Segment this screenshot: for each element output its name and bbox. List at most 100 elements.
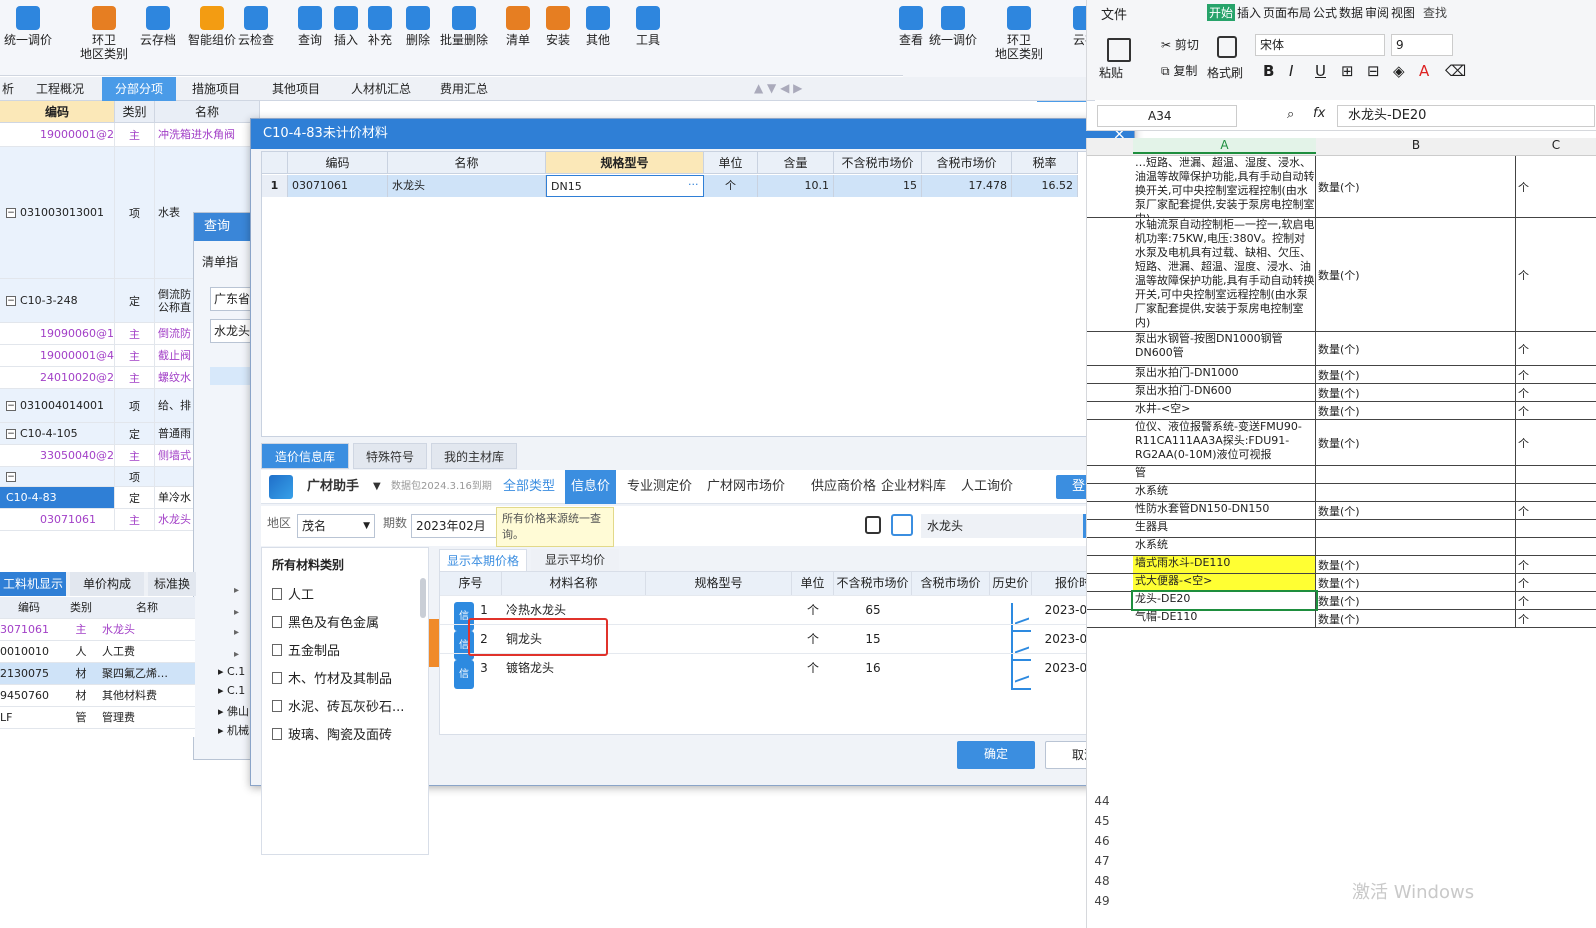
result-tab-1[interactable]: 显示平均价 [531,549,619,571]
format-button-5[interactable]: ◈ [1393,62,1405,80]
cell-a[interactable]: 水轴流泵自动控制柜—一控一,软启电机功率:75KW,电压:380V。控制对水泵及… [1133,218,1316,331]
toolbar-button-4[interactable]: 云检查 [238,6,274,68]
category-item[interactable]: 木、竹材及其制品 [272,668,392,687]
format-painter-label[interactable]: 格式刷 [1207,64,1243,81]
tree-toggle-icon[interactable]: − [6,207,16,218]
cell-b[interactable]: 数量(个) [1316,592,1516,609]
nav-item-6[interactable]: 人工询价 [961,470,1013,504]
format-button-0[interactable]: B [1263,62,1274,80]
cell-a[interactable]: 水井-<空> [1133,402,1316,419]
cell-b[interactable]: 数量(个) [1316,610,1516,627]
table-row[interactable]: 2130075 材 聚四氟乙烯… [0,663,195,685]
result-tab-0[interactable]: 显示本期价格 [439,549,527,571]
cell-a[interactable]: 生器具 [1133,520,1316,537]
trend-chart-icon[interactable] [1011,661,1031,690]
chevron-down-icon[interactable]: ▼ [373,470,381,504]
tab-4[interactable]: 其他项目 [258,77,334,101]
format-button-6[interactable]: A [1419,62,1429,80]
tab-5[interactable]: 人材机汇总 [336,77,426,101]
category-item[interactable]: 人工 [272,584,314,603]
cell-c[interactable]: 个 [1516,420,1596,465]
table-row[interactable]: LF 管 管理费 [0,707,195,729]
fx-icon[interactable]: fx [1313,106,1325,121]
cell-b[interactable]: 数量(个) [1316,502,1516,519]
panel-tab-0[interactable]: 造价信息库 [261,443,349,469]
column-header-1[interactable]: B [1316,138,1516,152]
toolbar-button-8[interactable]: 删除 [406,6,430,68]
right-toolbar-button-0[interactable]: 查看 [899,6,923,68]
panel-tab-1[interactable]: 特殊符号 [353,443,427,469]
toolbar-button-10[interactable]: 清单 [506,6,530,68]
sheet-row[interactable]: 水系统 [1087,484,1596,502]
cell-c[interactable]: 个 [1516,218,1596,331]
cell-b[interactable]: 数量(个) [1316,156,1516,217]
bottom-tab-1[interactable]: 单价构成 [70,572,144,596]
toolbar-button-0[interactable]: 统一调价 [4,6,52,68]
menu-item-2[interactable]: 插入 [1237,4,1261,21]
tree-toggle-icon[interactable]: − [6,471,16,482]
cell-a[interactable]: 泵出水钢管-按图DN1000钢管DN600管 [1133,332,1316,365]
query-selected-row[interactable] [210,367,254,385]
cell-a[interactable]: 水系统 [1133,538,1316,555]
cell-c[interactable]: 个 [1516,402,1596,419]
category-item[interactable]: 五金制品 [272,640,340,659]
cell-c[interactable]: 个 [1516,366,1596,383]
paste-icon[interactable] [1107,38,1131,62]
sheet-row[interactable]: 泵出水拍门-DN1000 数量(个) 个 [1087,366,1596,384]
cell-b[interactable]: 数量(个) [1316,218,1516,331]
tree-toggle-icon[interactable]: − [6,295,16,306]
toolbar-button-12[interactable]: 其他 [586,6,610,68]
cell-c[interactable]: 个 [1516,384,1596,401]
font-select[interactable]: 宋体 [1255,34,1385,56]
menu-item-6[interactable]: 审阅 [1365,4,1389,21]
cell-b[interactable] [1316,538,1516,555]
material-cell-spec[interactable]: DN15 [546,175,704,197]
query-tree-item[interactable]: ▸ C.1 [218,684,245,697]
column-header-2[interactable]: C [1516,138,1596,152]
sheet-row[interactable]: 管 [1087,466,1596,484]
sheet-row[interactable]: 龙头-DE20 数量(个) 个 [1087,590,1596,611]
cell-a[interactable]: 性防水套管DN150-DN150 [1133,502,1316,519]
cell-a[interactable]: 墙式雨水斗-DE110 [1133,556,1316,573]
cell-c[interactable]: 个 [1516,556,1596,573]
cell-b[interactable]: 数量(个) [1316,332,1516,365]
formula-input[interactable]: 水龙头-DE20 [1337,105,1595,127]
toolbar-button-3[interactable]: 智能组价 [188,6,236,68]
cell-a[interactable]: …短路、泄漏、超温、湿度、浸水、油温等故障保护功能,具有手动自动转换开关,可中央… [1133,156,1316,217]
right-toolbar-button-1[interactable]: 统一调价 [929,6,977,68]
menu-file[interactable]: 文件 [1101,4,1127,23]
cell-c[interactable]: 个 [1516,332,1596,365]
nav-item-2[interactable]: 专业测定价 [627,470,692,504]
sheet-row[interactable]: 水系统 [1087,538,1596,556]
right-toolbar-button-2[interactable]: 环卫 地区类别 [995,6,1043,68]
cell-b[interactable]: 数量(个) [1316,384,1516,401]
category-item[interactable]: 水泥、砖瓦灰砂石... [272,696,404,715]
cell-b[interactable] [1316,466,1516,483]
assistant-name[interactable]: 广材助手 [307,470,359,504]
cell-a[interactable]: 管 [1133,466,1316,483]
tree-toggle-icon[interactable]: − [6,428,16,439]
cell-c[interactable] [1516,520,1596,537]
lock-icon[interactable] [865,516,881,534]
tab-0[interactable]: 析 [0,77,16,101]
tab-3[interactable]: 措施项目 [178,77,254,101]
cell-c[interactable]: 个 [1516,574,1596,591]
find-button[interactable]: 查找 [1423,4,1447,21]
cell-b[interactable]: 数量(个) [1316,402,1516,419]
sheet-row[interactable]: 性防水套管DN150-DN150 数量(个) 个 [1087,502,1596,520]
format-button-4[interactable]: ⊟ [1367,62,1380,80]
sheet-row[interactable]: 水轴流泵自动控制柜—一控一,软启电机功率:75KW,电压:380V。控制对水泵及… [1087,218,1596,332]
cell-c[interactable]: 个 [1516,592,1596,609]
cell-a[interactable]: 式大便器-<空> [1133,574,1316,591]
nav-item-1[interactable]: 信息价 [565,470,617,504]
sheet-row[interactable]: 位仪、液位报警系统-变送FMU90-R11CA111AA3A探头:FDU91-R… [1087,420,1596,466]
nav-item-0[interactable]: 全部类型 [503,470,555,504]
toolbar-button-5[interactable]: 查询 [298,6,322,68]
scrollbar[interactable] [420,578,426,618]
menu-item-5[interactable]: 数据 [1339,4,1363,21]
cell-c[interactable] [1516,538,1596,555]
period-select[interactable]: 2023年02月 [411,514,499,538]
material-search-input[interactable]: 水龙头 [921,514,1083,538]
name-box[interactable]: A34 [1097,105,1237,127]
toolbar-button-2[interactable]: 云存档 [140,6,176,68]
